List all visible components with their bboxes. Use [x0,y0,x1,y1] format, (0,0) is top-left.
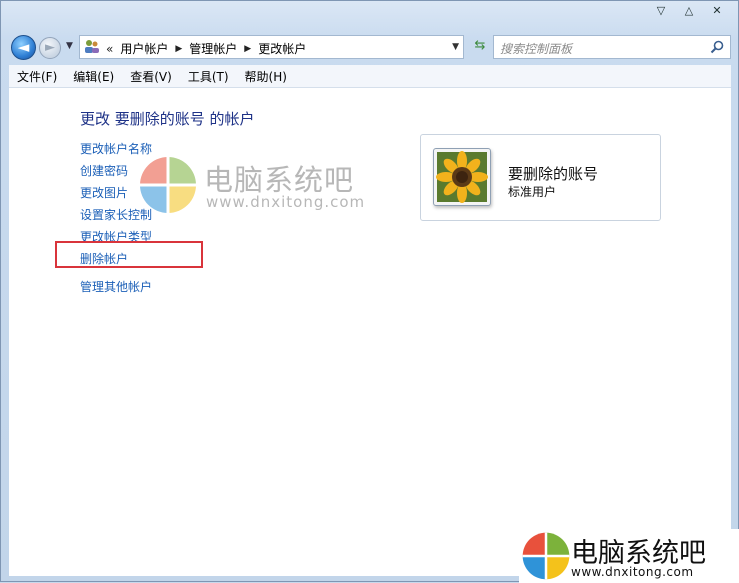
watermark-center: 电脑系统吧 www.dnxitong.com [138,151,378,221]
window-frame: ▽ △ ✕ ◄ ► ▼ « 用户帐户 ▶ 管理帐户 ▶ 更改帐户 ▼ ⇆ 搜索控… [0,0,739,583]
menu-file[interactable]: 文件(F) [9,68,65,85]
breadcrumb-change-account[interactable]: 更改帐户 [253,40,311,57]
users-icon [85,40,99,53]
watermark-corner: 电脑系统吧 www.dnxitong.com [519,529,739,583]
recent-pages-dropdown[interactable]: ▼ [66,41,73,51]
breadcrumb-manage-accounts[interactable]: 管理帐户 [184,40,242,57]
avatar [433,148,491,206]
account-name: 要删除的账号 [508,165,599,183]
account-card: 要删除的账号 标准用户 [420,134,661,221]
delete-account-highlight [55,241,203,268]
breadcrumb: « 用户帐户 ▶ 管理帐户 ▶ 更改帐户 [104,40,311,57]
refresh-icon: ⇆ [474,38,486,53]
chevron-down-icon[interactable]: ▼ [452,42,459,52]
navigation-bar: ◄ ► ▼ « 用户帐户 ▶ 管理帐户 ▶ 更改帐户 ▼ ⇆ 搜索控制面板 [9,33,731,61]
breadcrumb-overflow[interactable]: « [104,42,115,56]
watermark-url: www.dnxitong.com [571,565,694,579]
back-button[interactable]: ◄ [11,35,36,60]
search-icon[interactable] [710,40,724,54]
arrow-right-icon: ► [45,40,55,55]
chevron-right-icon[interactable]: ▶ [242,44,253,54]
menu-bar: 文件(F) 编辑(E) 查看(V) 工具(T) 帮助(H) [9,65,731,88]
maximize-button[interactable]: △ [676,3,702,19]
close-button[interactable]: ✕ [704,3,730,19]
menu-tools[interactable]: 工具(T) [180,68,237,85]
arrow-left-icon: ◄ [17,38,30,56]
forward-button[interactable]: ► [39,37,61,59]
windows-logo-icon [140,157,196,213]
menu-view[interactable]: 查看(V) [122,68,180,85]
chevron-right-icon[interactable]: ▶ [173,44,184,54]
sunflower-icon [436,151,488,203]
task-manage-other-accounts[interactable]: 管理其他帐户 [80,278,152,300]
windows-logo-icon [522,532,570,580]
watermark-url: www.dnxitong.com [206,193,366,211]
menu-edit[interactable]: 编辑(E) [65,68,122,85]
refresh-button[interactable]: ⇆ [469,38,491,56]
minimize-button[interactable]: ▽ [648,3,674,19]
address-bar[interactable]: « 用户帐户 ▶ 管理帐户 ▶ 更改帐户 ▼ [79,35,464,59]
search-box[interactable]: 搜索控制面板 [493,35,731,59]
caption-buttons: ▽ △ ✕ [648,3,730,19]
breadcrumb-user-accounts[interactable]: 用户帐户 [115,40,173,57]
search-input[interactable]: 搜索控制面板 [500,40,572,57]
page-title: 更改 要删除的账号 的帐户 [80,110,255,128]
account-type: 标准用户 [508,185,557,199]
menu-help[interactable]: 帮助(H) [237,68,295,85]
